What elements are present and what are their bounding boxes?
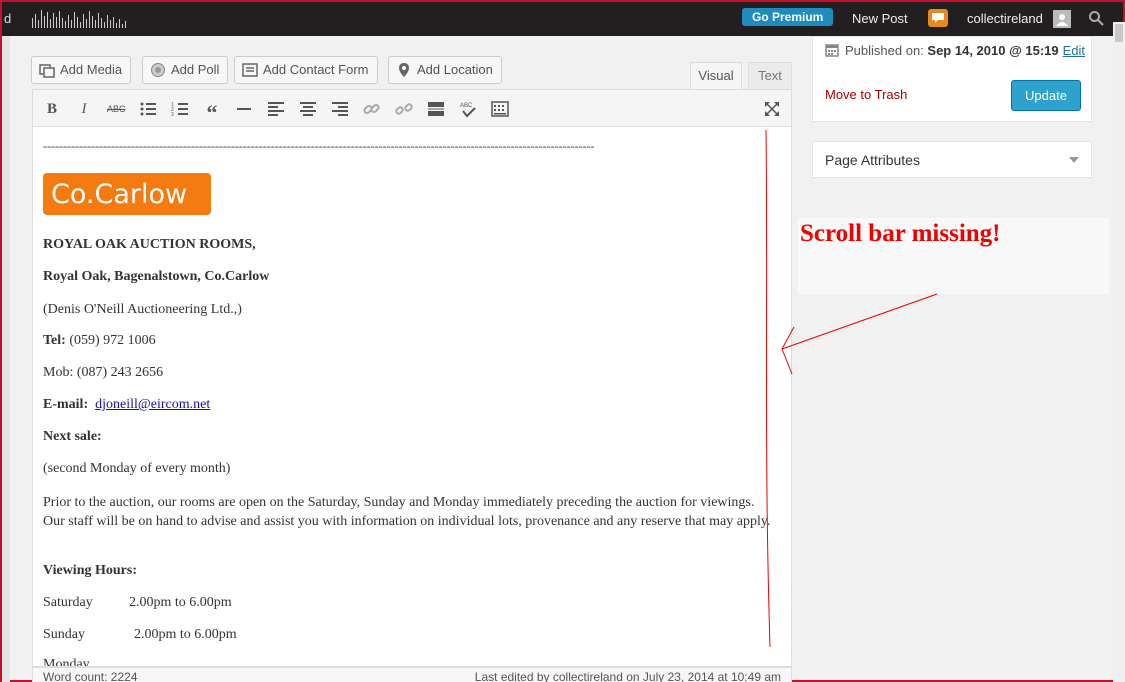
viewing-paragraph: Prior to the auction, our rooms are open… [43,495,771,529]
annotation-callout: Scroll bar missing! [798,218,1109,294]
add-poll-label: Add Poll [171,62,220,77]
location-icon [399,63,409,77]
horizontal-rule-icon[interactable] [235,100,253,118]
add-media-label: Add Media [60,62,123,77]
viewing-hours-heading: Viewing Hours: [43,563,137,578]
published-date: Sep 14, 2010 @ 15:19 [927,43,1059,58]
site-name-fragment[interactable]: d [4,11,11,26]
saturday-label: Saturday [43,595,93,610]
numbered-list-icon[interactable]: 123 [171,100,189,118]
email-line: E-mail: djoneill@eircom.net [43,397,778,413]
page-attributes-box[interactable]: Page Attributes [812,141,1092,178]
blockquote-icon[interactable]: “ [203,100,221,125]
go-premium-button[interactable]: Go Premium [742,8,834,26]
read-more-icon[interactable] [427,100,445,118]
move-to-trash-link[interactable]: Move to Trash [825,87,907,102]
phone-label: Tel: [43,333,66,348]
update-button[interactable]: Update [1011,80,1081,111]
phone-value: (059) 972 1006 [65,333,156,348]
media-icon [39,64,55,78]
poll-icon [151,63,165,77]
county-logo: Co.Carlow [43,173,211,215]
add-location-label: Add Location [417,62,493,77]
business-address: Royal Oak, Bagenalstown, Co.Carlow [43,269,270,284]
editor-statusbar: Word count: 2224 Last edited by collecti… [32,667,792,682]
mobile-line: Mob: (087) 243 2656 [43,365,164,380]
last-edited: Last edited by collectireland on July 23… [474,670,781,682]
fullscreen-icon[interactable] [763,100,781,118]
bold-icon[interactable]: B [43,100,61,118]
align-left-icon[interactable] [267,100,285,118]
editor-toolbar: B I ABC 123 “ ABC [32,89,792,127]
align-right-icon[interactable] [331,100,349,118]
svg-text:3: 3 [171,112,174,118]
page-scrollbar[interactable] [1113,22,1125,682]
business-name: ROYAL OAK AUCTION ROOMS, [43,237,256,252]
kitchen-sink-icon[interactable] [491,100,509,118]
saturday-row: Saturday 2.00pm to 6.00pm [43,595,778,611]
notifications-icon[interactable] [928,9,948,27]
editor-content[interactable]: ----------------------------------------… [32,127,792,667]
page-scrollbar-thumb[interactable] [1115,24,1123,42]
search-icon[interactable] [1088,10,1104,26]
tab-text[interactable]: Text [748,62,792,89]
italic-icon[interactable]: I [75,100,93,118]
new-post-link[interactable]: New Post [852,11,908,26]
align-center-icon[interactable] [299,100,317,118]
link-icon[interactable] [363,100,381,118]
phone-line: Tel: (059) 972 1006 [43,333,778,349]
sunday-label: Sunday [43,627,85,642]
annotation-text: Scroll bar missing! [800,220,1001,247]
saturday-time: 2.00pm to 6.00pm [129,595,232,610]
page-attributes-title: Page Attributes [825,152,920,168]
admin-bar: d Go Premium New Post collectireland [2,2,1123,36]
tab-visual[interactable]: Visual [690,62,742,89]
business-company: (Denis O'Neill Auctioneering Ltd.,) [43,302,242,317]
add-poll-button[interactable]: Add Poll [142,56,229,84]
monday-row-cut: Monday [43,657,90,667]
word-count: Word count: 2224 [43,670,138,682]
svg-text:ABC: ABC [460,103,473,109]
add-media-button[interactable]: Add Media [31,56,132,84]
spellcheck-icon[interactable]: ABC [459,100,477,118]
calendar-icon [825,44,839,57]
publish-box: Published on: Sep 14, 2010 @ 15:19 Edit M… [812,36,1092,122]
add-contact-form-label: Add Contact Form [263,62,369,77]
add-contact-form-button[interactable]: Add Contact Form [234,56,378,84]
username-link[interactable]: collectireland [967,11,1043,26]
email-link[interactable]: djoneill@eircom.net [95,397,210,412]
add-location-button[interactable]: Add Location [388,56,502,84]
separator-line: ----------------------------------------… [43,139,595,153]
next-sale-heading: Next sale: [43,429,102,444]
unlink-icon[interactable] [395,100,413,118]
edit-date-link[interactable]: Edit [1063,43,1085,58]
published-info: Published on: Sep 14, 2010 @ 15:19 Edit [825,43,1085,58]
left-edge [2,36,10,682]
sunday-time: 2.00pm to 6.00pm [134,627,237,642]
avatar[interactable] [1053,10,1071,28]
email-label: E-mail: [43,397,89,412]
sunday-row: Sunday 2.00pm to 6.00pm [43,627,778,643]
form-icon [242,63,258,77]
strikethrough-icon[interactable]: ABC [107,100,126,118]
published-label: Published on: [845,43,924,58]
next-sale-detail: (second Monday of every month) [43,461,231,476]
bullet-list-icon[interactable] [139,100,157,118]
stats-sparkline-icon[interactable] [32,8,132,28]
chevron-down-icon[interactable] [1069,157,1079,163]
